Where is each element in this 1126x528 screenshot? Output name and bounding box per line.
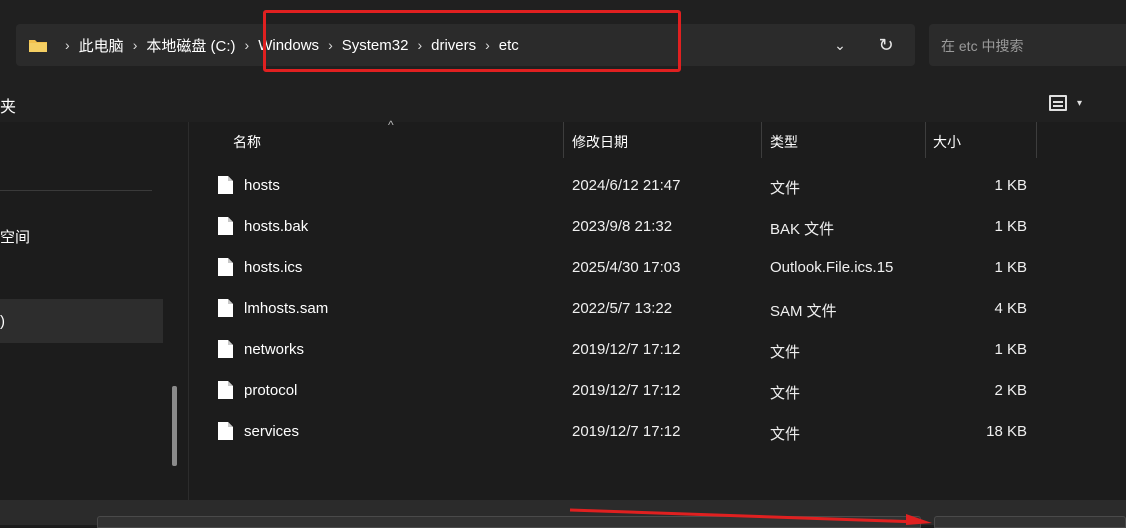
highlight-annotation-box: [263, 10, 681, 72]
column-divider[interactable]: [563, 122, 564, 158]
file-icon: [218, 299, 233, 317]
file-type: 文件: [770, 426, 801, 443]
view-options-button[interactable]: ▾: [1049, 90, 1103, 116]
file-icon: [218, 176, 233, 194]
file-size: 2 KB: [994, 382, 1027, 399]
file-name: hosts: [244, 177, 280, 194]
file-modified: 2023/9/8 21:32: [572, 218, 673, 235]
file-icon: [218, 381, 233, 399]
file-name: hosts.bak: [244, 218, 309, 235]
file-size: 1 KB: [994, 218, 1027, 235]
file-row[interactable]: hosts 2024/6/12 21:47 文件 1 KB: [189, 166, 1126, 207]
file-icon: [218, 258, 233, 276]
file-type: 文件: [770, 344, 801, 361]
file-name: networks: [244, 341, 305, 358]
search-placeholder: 在 etc 中搜索: [941, 38, 1024, 54]
folder-icon: [28, 37, 48, 53]
file-type-select[interactable]: [934, 516, 1126, 528]
sidebar-item-selected[interactable]: [0, 299, 163, 343]
sort-ascending-icon: ^: [388, 118, 394, 132]
column-header-modified[interactable]: 修改日期: [572, 132, 628, 152]
sidebar-item-space[interactable]: 空间: [0, 226, 30, 247]
file-row[interactable]: services 2019/12/7 17:12 文件 18 KB: [189, 412, 1126, 453]
breadcrumb-separator: ›: [132, 37, 138, 53]
column-header-type[interactable]: 类型: [770, 132, 798, 152]
file-size: 1 KB: [994, 341, 1027, 358]
file-modified: 2025/4/30 17:03: [572, 259, 681, 276]
file-type: BAK 文件: [770, 221, 835, 238]
file-type: SAM 文件: [770, 303, 837, 320]
file-name: services: [244, 423, 300, 440]
file-type: Outlook.File.ics.15: [770, 259, 894, 276]
column-divider[interactable]: [925, 122, 926, 158]
file-modified: 2024/6/12 21:47: [572, 177, 681, 194]
file-modified: 2019/12/7 17:12: [572, 382, 681, 399]
file-icon: [218, 422, 233, 440]
file-name: lmhosts.sam: [244, 300, 329, 317]
column-divider[interactable]: [761, 122, 762, 158]
file-row[interactable]: hosts.ics 2025/4/30 17:03 Outlook.File.i…: [189, 248, 1126, 289]
sidebar-divider: [0, 190, 152, 191]
file-modified: 2022/5/7 13:22: [572, 300, 673, 317]
file-type: 文件: [770, 180, 801, 197]
sidebar-item-label: 夹: [0, 99, 17, 116]
file-size: 1 KB: [994, 259, 1027, 276]
chevron-down-icon: ▾: [1077, 97, 1083, 109]
file-size: 18 KB: [986, 423, 1027, 440]
breadcrumb-separator: ›: [244, 37, 250, 53]
breadcrumb-local-disk[interactable]: 本地磁盘 (C:): [146, 35, 235, 56]
file-modified: 2019/12/7 17:12: [572, 423, 681, 440]
file-size: 1 KB: [994, 177, 1027, 194]
toolbar: [0, 84, 1126, 122]
file-name: protocol: [244, 382, 298, 399]
column-header-name[interactable]: 名称: [233, 132, 261, 152]
column-header-size[interactable]: 大小: [933, 132, 961, 152]
file-name: hosts.ics: [244, 259, 303, 276]
file-type: 文件: [770, 385, 801, 402]
red-arrow-annotation: [569, 508, 932, 525]
breadcrumb-separator: ›: [65, 37, 70, 53]
refresh-icon[interactable]: ↻: [872, 31, 900, 59]
file-row[interactable]: lmhosts.sam 2022/5/7 13:22 SAM 文件 4 KB: [189, 289, 1126, 330]
file-icon: [218, 340, 233, 358]
chevron-down-icon[interactable]: ⌄: [829, 33, 851, 57]
file-row[interactable]: protocol 2019/12/7 17:12 文件 2 KB: [189, 371, 1126, 412]
file-row[interactable]: networks 2019/12/7 17:12 文件 1 KB: [189, 330, 1126, 371]
list-view-icon: [1049, 95, 1067, 111]
file-size: 4 KB: [994, 300, 1027, 317]
column-divider[interactable]: [1036, 122, 1037, 158]
sidebar-scrollbar[interactable]: [172, 386, 177, 466]
file-modified: 2019/12/7 17:12: [572, 341, 681, 358]
file-icon: [218, 217, 233, 235]
sidebar-item-label: ): [0, 313, 5, 330]
breadcrumb-this-pc[interactable]: 此电脑: [79, 35, 124, 56]
file-row[interactable]: hosts.bak 2023/9/8 21:32 BAK 文件 1 KB: [189, 207, 1126, 248]
